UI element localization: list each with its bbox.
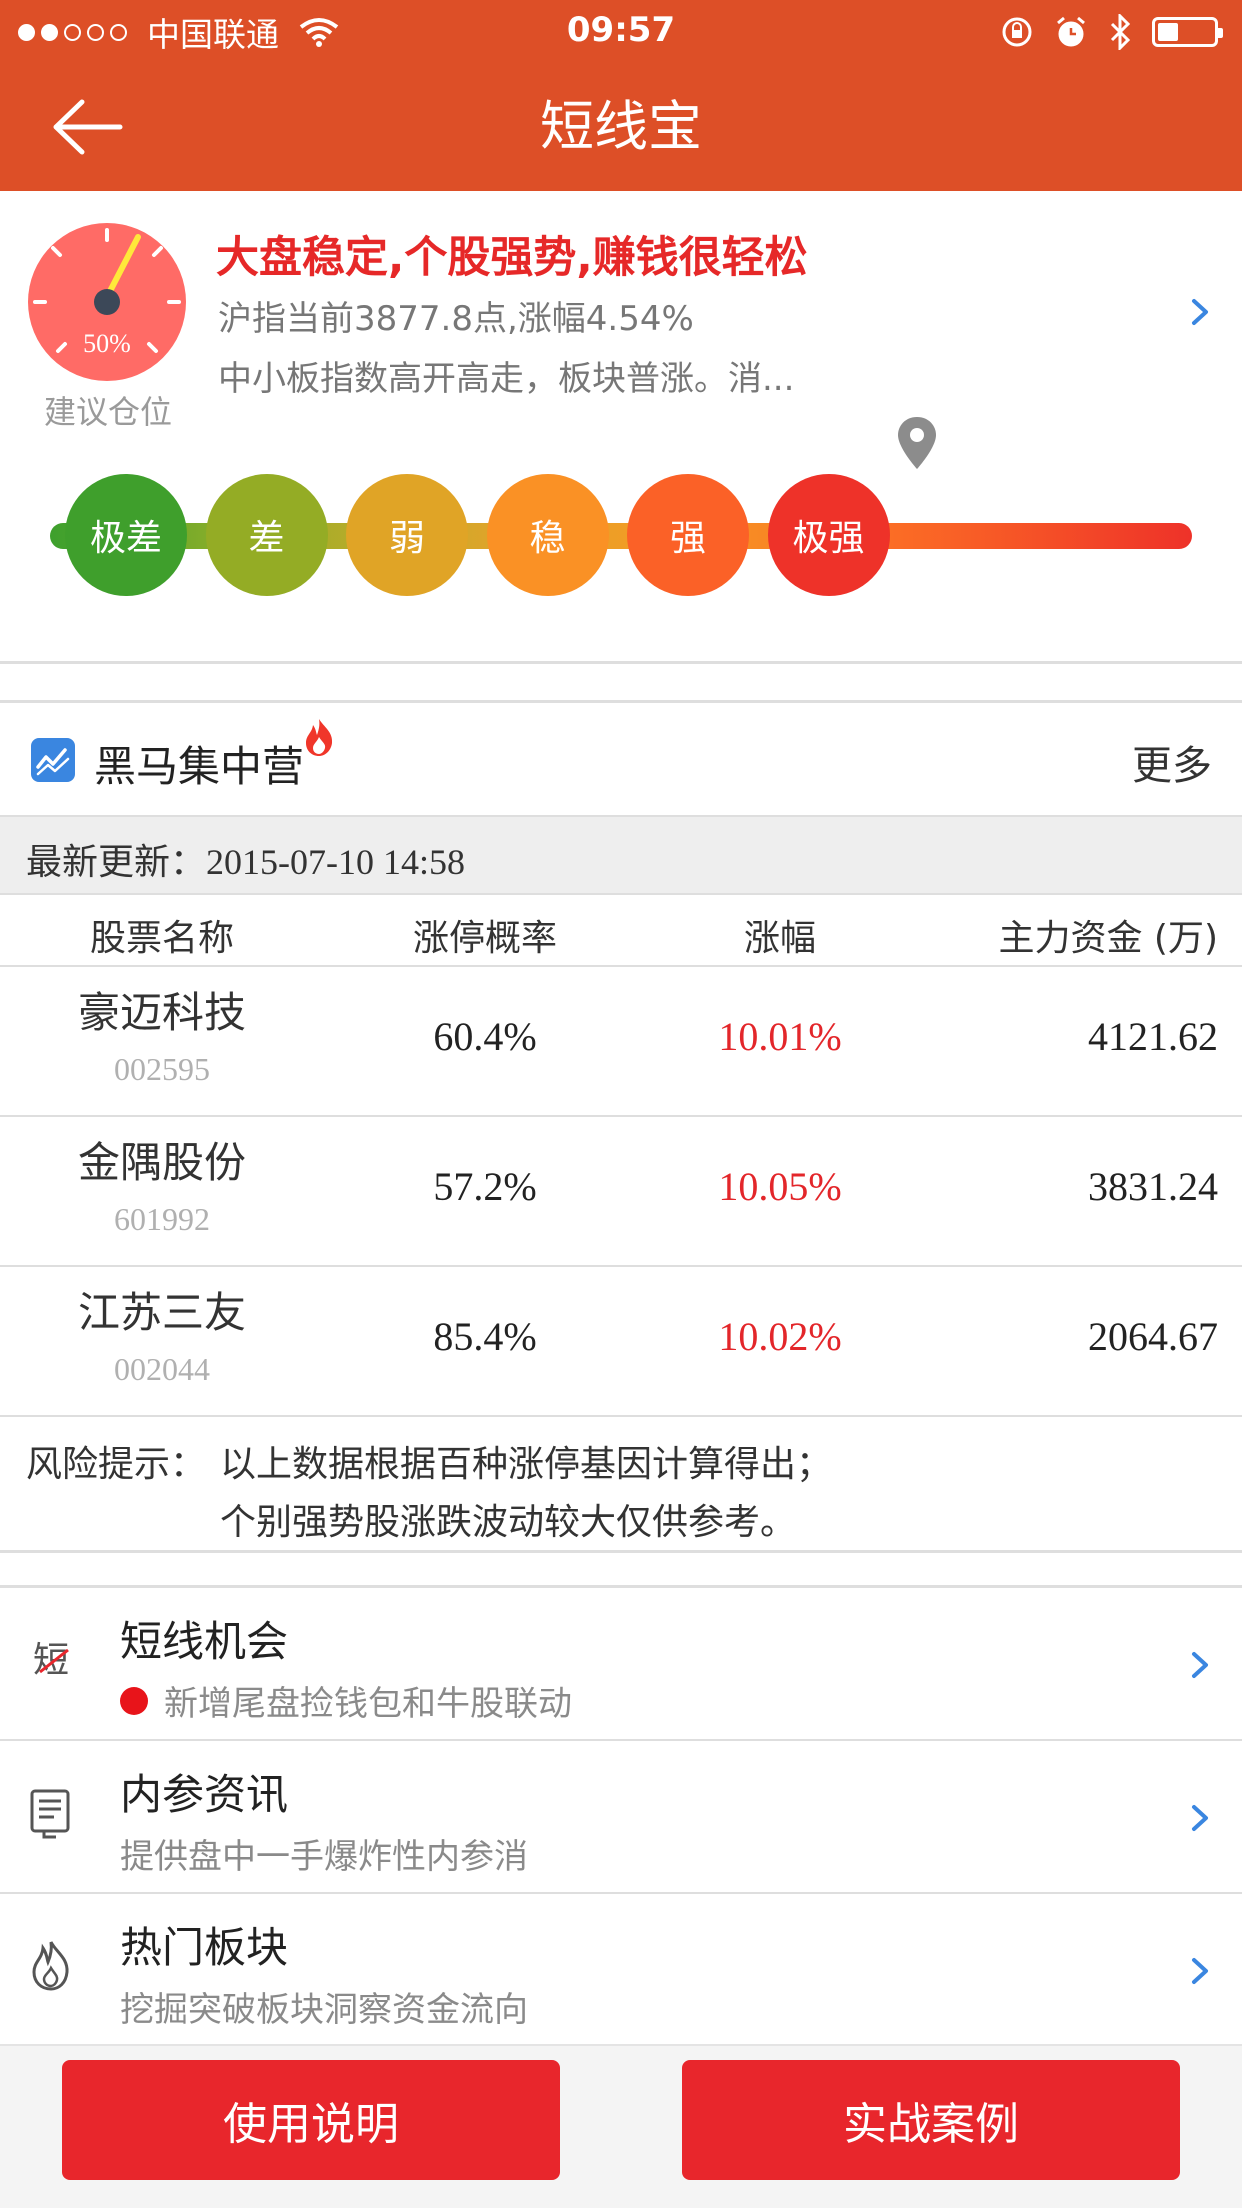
stock-code: 002595 — [114, 1051, 210, 1087]
section-title: 黑马集中营 — [94, 742, 305, 791]
col-header-probability: 涨停概率 — [412, 918, 557, 959]
feature-subtitle: 提供盘中一手爆炸性内参消 — [120, 1837, 528, 1877]
practical-cases-button[interactable]: 实战案例 — [682, 2060, 1180, 2180]
scale-level-6: 极强 — [767, 474, 890, 596]
trend-chart-icon — [31, 738, 75, 782]
feature-subtitle: 新增尾盘捡钱包和牛股联动 — [120, 1676, 572, 1725]
col-header-rise: 涨幅 — [743, 918, 816, 959]
status-bar: 中国联通 09:57 — [0, 0, 1242, 62]
market-summary-card[interactable]: 50% 建议仓位 大盘稳定,个股强势,赚钱很轻松 沪指当前3877.8点,涨幅4… — [0, 191, 1242, 664]
rise-percent: 10.01% — [718, 1014, 842, 1059]
rise-percent: 10.05% — [718, 1164, 842, 1209]
limit-up-probability: 60.4% — [433, 1014, 537, 1059]
position-gauge-icon: 50% — [28, 223, 186, 381]
stock-name: 金隅股份 — [77, 1138, 246, 1187]
stock-name: 江苏三友 — [77, 1288, 246, 1337]
more-link[interactable]: 更多 — [1132, 733, 1212, 791]
table-header: 股票名称 涨停概率 涨幅 主力资金 (万) — [0, 895, 1242, 967]
col-header-name: 股票名称 — [89, 918, 234, 959]
scale-level-1: 极差 — [65, 474, 187, 596]
market-summary: 中小板指数高开高走，板块普涨。消... — [218, 359, 795, 399]
table-row[interactable]: 豪迈科技 002595 60.4% 10.01% 4121.62 — [0, 967, 1242, 1117]
bluetooth-icon — [1110, 14, 1131, 50]
scale-level-2: 差 — [205, 474, 328, 596]
nav-bar: 短线宝 — [0, 62, 1242, 191]
main-fund: 3831.24 — [1088, 1164, 1218, 1209]
index-line: 沪指当前3877.8点,涨幅4.54% — [218, 299, 694, 339]
scale-level-4: 稳 — [486, 474, 609, 596]
update-info: 最新更新：2015-07-10 14:58 — [26, 833, 465, 885]
usage-guide-button[interactable]: 使用说明 — [62, 2060, 560, 2180]
scale-level-3: 弱 — [346, 474, 468, 596]
news-doc-icon — [30, 1789, 70, 1839]
gauge-percent: 50% — [83, 329, 131, 358]
market-headline: 大盘稳定,个股强势,赚钱很轻松 — [216, 233, 808, 283]
battery-icon — [1152, 17, 1223, 47]
feature-subtitle: 挖掘突破板块洞察资金流向 — [120, 1990, 528, 2030]
location-pin-icon — [898, 417, 936, 469]
rise-percent: 10.02% — [718, 1314, 842, 1359]
chevron-right-icon[interactable] — [1180, 287, 1220, 337]
dark-horse-header: 黑马集中营 更多 — [0, 700, 1242, 817]
risk-notice: 风险提示： 以上数据根据百种涨停基因计算得出； 个别强势股涨跌波动较大仅供参考。 — [0, 1417, 1242, 1553]
new-badge-dot — [120, 1686, 148, 1715]
table-row[interactable]: 金隅股份 601992 57.2% 10.05% 3831.24 — [0, 1117, 1242, 1267]
feature-item-short-line[interactable]: 短 短线机会 新增尾盘捡钱包和牛股联动 — [0, 1588, 1242, 1741]
feature-subtitle-text: 新增尾盘捡钱包和牛股联动 — [164, 1684, 572, 1724]
stock-table: 股票名称 涨停概率 涨幅 主力资金 (万) 豪迈科技 002595 60.4% … — [0, 895, 1242, 1417]
chevron-right-icon — [1192, 1805, 1208, 1831]
bottom-action-bar: 使用说明 实战案例 — [0, 2044, 1242, 2208]
table-row[interactable]: 江苏三友 002044 85.4% 10.02% 2064.67 — [0, 1267, 1242, 1417]
risk-label: 风险提示： — [26, 1444, 207, 1485]
feature-item-news[interactable]: 内参资讯 提供盘中一手爆炸性内参消 — [0, 1741, 1242, 1894]
chevron-right-icon — [1192, 1958, 1208, 1984]
status-icons — [1000, 12, 1223, 52]
stock-name: 豪迈科技 — [77, 988, 246, 1037]
short-line-icon: 短 — [33, 1640, 69, 1681]
update-bar: 最新更新：2015-07-10 14:58 — [0, 817, 1242, 895]
feature-title: 短线机会 — [120, 1617, 289, 1666]
feature-list: 短 短线机会 新增尾盘捡钱包和牛股联动 内参资讯 提供盘中一手爆炸性内参消 热门… — [0, 1585, 1242, 2047]
feature-title: 热门板块 — [120, 1923, 289, 1972]
feature-title: 内参资讯 — [120, 1770, 289, 1819]
stock-code: 002044 — [114, 1351, 210, 1387]
risk-text-line2: 个别强势股涨跌波动较大仅供参考。 — [220, 1502, 797, 1543]
position-caption: 建议仓位 — [43, 393, 172, 431]
limit-up-probability: 85.4% — [433, 1314, 537, 1359]
rotation-lock-icon — [1002, 17, 1032, 47]
page-title: 短线宝 — [540, 95, 702, 158]
svg-text:短: 短 — [33, 1640, 69, 1681]
col-header-fund: 主力资金 (万) — [998, 918, 1218, 959]
app-header: 中国联通 09:57 短线宝 — [0, 0, 1242, 191]
scale-level-5: 强 — [627, 474, 749, 596]
alarm-icon — [1057, 16, 1085, 47]
stock-code: 601992 — [114, 1201, 210, 1237]
update-label: 最新更新： — [26, 842, 207, 883]
risk-text-line1: 以上数据根据百种涨停基因计算得出； — [220, 1444, 833, 1485]
market-strength-scale: 极差差弱稳强极强 — [46, 471, 1196, 596]
hot-flame-icon — [306, 719, 333, 756]
feature-item-hot-sectors[interactable]: 热门板块 挖掘突破板块洞察资金流向 — [0, 1894, 1242, 2047]
main-fund: 4121.62 — [1088, 1014, 1218, 1059]
limit-up-probability: 57.2% — [433, 1164, 537, 1209]
update-time: 2015-07-10 14:58 — [206, 842, 465, 882]
flame-icon — [32, 1941, 69, 1991]
chevron-right-icon — [1192, 1652, 1208, 1678]
main-fund: 2064.67 — [1088, 1314, 1218, 1359]
